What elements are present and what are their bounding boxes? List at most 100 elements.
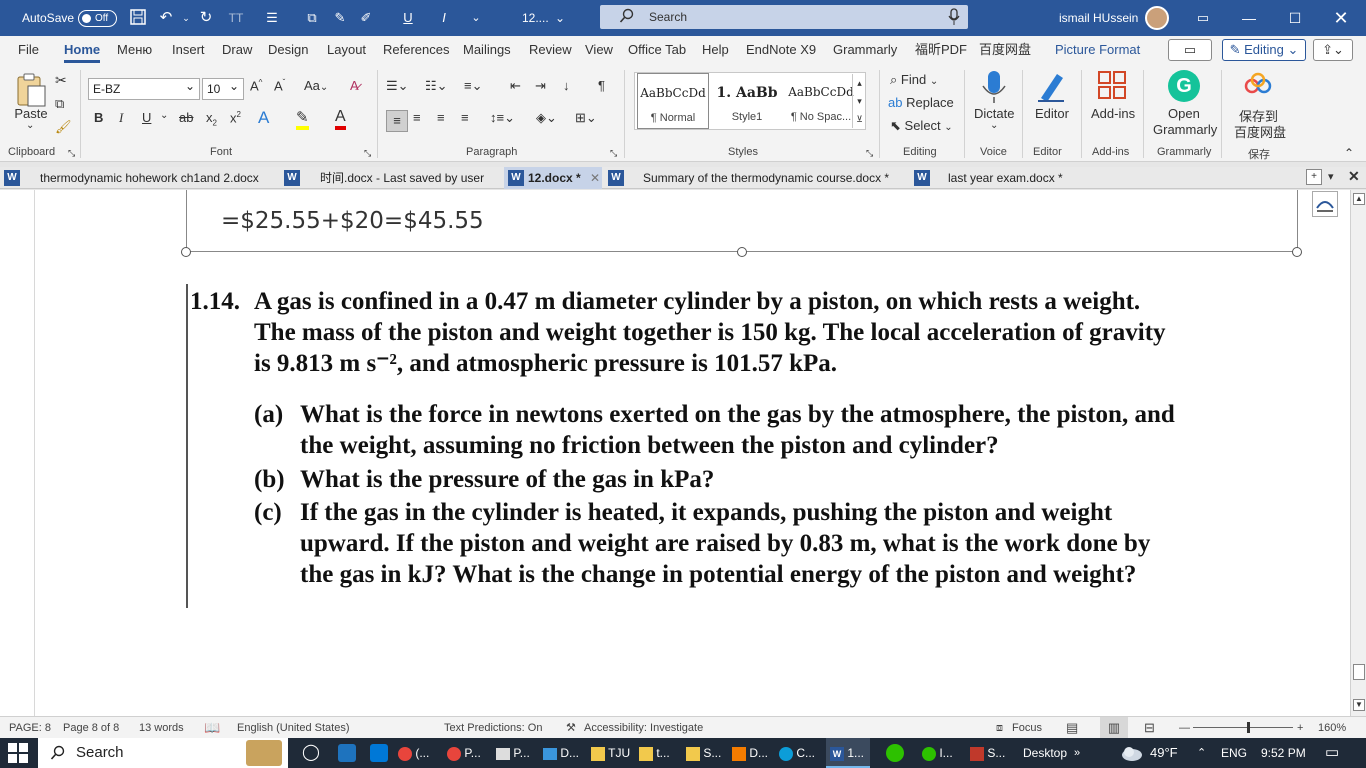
tray-chevron-up-icon[interactable]: ⌃ (1197, 738, 1206, 768)
tab-foxit-pdf[interactable]: 福昕PDF (915, 36, 967, 64)
select-icon[interactable]: ⬉ (890, 118, 901, 133)
dictate-button[interactable]: Dictate (974, 106, 1014, 121)
windows-start-icon[interactable] (8, 743, 28, 763)
style-no-spacing[interactable]: AaBbCcDd ¶ No Spac... (785, 73, 857, 129)
grammarly-name-label[interactable]: Grammarly (1153, 122, 1217, 137)
doc-tab-last-year-exam[interactable]: last year exam.docx * (948, 167, 1063, 189)
taskbar-search-box[interactable]: Search (38, 738, 288, 768)
taskbar-app-folder-s[interactable]: S... (686, 738, 721, 768)
find-icon[interactable]: ⌕ (890, 72, 897, 87)
editing-mode-button[interactable]: ✎ Editing ⌄ (1222, 39, 1306, 61)
task-view-icon[interactable]: ◯ (302, 738, 320, 768)
doc-tab-time[interactable]: 时间.docx - Last saved by user (320, 167, 484, 189)
tab-home[interactable]: Home (64, 36, 101, 64)
addins-grid-icon[interactable] (1097, 70, 1129, 102)
text-format-icon[interactable]: TT (226, 8, 246, 28)
read-mode-icon[interactable]: ▤ (1066, 717, 1078, 739)
taskbar-app-presentation[interactable]: P... (496, 738, 530, 768)
focus-icon[interactable]: ⧈ (996, 717, 1003, 739)
editor-button[interactable]: Editor (1035, 106, 1069, 121)
align-center-icon[interactable]: ≡ (413, 110, 421, 125)
document-name[interactable]: 12.... (522, 0, 549, 36)
web-layout-icon[interactable]: ⊟ (1144, 717, 1155, 739)
page-count[interactable]: Page 8 of 8 (63, 717, 119, 739)
italic-icon[interactable]: I (119, 110, 123, 126)
word-count[interactable]: 13 words (139, 717, 184, 739)
taskbar-app-chrome[interactable]: (... (398, 738, 429, 768)
dictate-dropdown-icon[interactable]: ⌄ (990, 120, 998, 131)
new-tab-icon[interactable]: + (1306, 169, 1322, 185)
taskbar-app-s[interactable]: S... (970, 738, 1005, 768)
microphone-icon[interactable] (978, 70, 1010, 103)
superscript-icon[interactable]: x2 (230, 110, 241, 125)
photos-icon[interactable] (370, 744, 388, 762)
clipboard-launcher-icon[interactable]: ⤡ (68, 148, 75, 159)
resize-handle[interactable] (1292, 247, 1302, 257)
change-case-button[interactable]: Aa (304, 78, 320, 93)
find-button[interactable]: Find (901, 72, 926, 87)
resize-handle[interactable] (181, 247, 191, 257)
increase-indent-icon[interactable]: ⇥ (535, 78, 546, 94)
baidu-drive-label[interactable]: 百度网盘 (1234, 122, 1286, 141)
subscript-icon[interactable]: x2 (206, 110, 217, 128)
numbering-icon[interactable]: ☷⌄ (425, 78, 448, 94)
borders-icon[interactable]: ⊞⌄ (575, 110, 597, 126)
tab-menu[interactable]: Меню (117, 36, 152, 64)
tab-draw[interactable]: Draw (222, 36, 252, 64)
italic-qat-icon[interactable]: I (434, 8, 454, 28)
print-layout-icon[interactable]: ▥ (1100, 717, 1128, 739)
collapse-ribbon-icon[interactable]: ⌃ (1344, 146, 1354, 160)
scroll-up-icon[interactable]: ▲ (1353, 193, 1365, 205)
customize-qat-icon[interactable]: ⌄ (466, 8, 486, 28)
accessibility-icon[interactable]: ⚒ (566, 717, 576, 739)
accessibility-status[interactable]: Accessibility: Investigate (584, 717, 703, 739)
redo-icon[interactable]: ↻ (196, 8, 216, 28)
clear-formatting-icon[interactable]: A̷ (350, 78, 359, 93)
underline-icon[interactable]: U (142, 110, 151, 125)
tab-file[interactable]: File (18, 36, 39, 64)
underline-dropdown-icon[interactable]: ⌄ (160, 110, 168, 121)
addins-button[interactable]: Add-ins (1091, 106, 1135, 121)
tab-review[interactable]: Review (529, 36, 572, 64)
align-right-icon[interactable]: ≡ (437, 110, 445, 125)
problem-image[interactable]: 1.14. A gas is confined in a 0.47 m diam… (186, 284, 1186, 608)
paste-dropdown-icon[interactable]: ⌄ (26, 120, 34, 131)
tab-endnote[interactable]: EndNote X9 (746, 36, 816, 64)
user-avatar[interactable] (1145, 6, 1169, 30)
edge-legacy-icon[interactable] (338, 744, 356, 762)
scroll-thumb[interactable] (1353, 664, 1365, 680)
copy-format-icon[interactable]: ⧉ (302, 8, 322, 28)
taskbar-app-wechat[interactable]: I... (922, 738, 953, 768)
select-button[interactable]: Select (905, 118, 941, 133)
grow-font-icon[interactable]: A^ (250, 78, 262, 93)
copy-icon[interactable]: ⧉ (55, 96, 64, 112)
proofing-book-icon[interactable]: 📖 (204, 717, 220, 739)
doc-tab-thermo-homework[interactable]: thermodynamic hohework ch1and 2.docx (40, 167, 259, 189)
focus-button[interactable]: Focus (1012, 717, 1042, 739)
desktop-toolbar[interactable]: Desktop (1023, 738, 1067, 768)
font-launcher-icon[interactable]: ⤡ (364, 148, 371, 159)
doc-name-chevron-icon[interactable]: ⌄ (550, 8, 570, 28)
taskbar-app-folder-t[interactable]: t... (639, 738, 670, 768)
format-painter-icon[interactable]: 🖌 (55, 119, 72, 135)
language-indicator[interactable]: English (United States) (237, 717, 350, 739)
align-left-icon[interactable]: ≡ (386, 110, 408, 132)
vertical-scrollbar[interactable]: ▲ ▼ (1350, 190, 1366, 716)
shading-icon[interactable]: ◈⌄ (536, 110, 557, 126)
taskbar-app-edge[interactable]: C... (779, 738, 815, 768)
tab-office-tab[interactable]: Office Tab (628, 36, 686, 64)
decrease-indent-icon[interactable]: ⇤ (510, 78, 521, 94)
tab-design[interactable]: Design (268, 36, 308, 64)
find-chevron-icon[interactable]: ⌄ (930, 76, 938, 87)
tab-picture-format[interactable]: Picture Format (1055, 36, 1140, 64)
clock-time[interactable]: 9:52 PM (1261, 738, 1306, 768)
undo-icon[interactable]: ↶ (156, 8, 176, 28)
font-color-icon[interactable]: A (335, 108, 346, 130)
user-name[interactable]: ismail HUssein (1059, 0, 1138, 36)
weather-cloud-icon[interactable] (1120, 744, 1144, 762)
text-effects-icon[interactable]: A (258, 108, 269, 128)
editor-pen-icon[interactable] (1035, 70, 1067, 102)
page-indicator[interactable]: PAGE: 8 (9, 717, 51, 739)
taskbar-app-d[interactable]: D... (732, 738, 768, 768)
wechat-icon[interactable] (886, 744, 904, 762)
